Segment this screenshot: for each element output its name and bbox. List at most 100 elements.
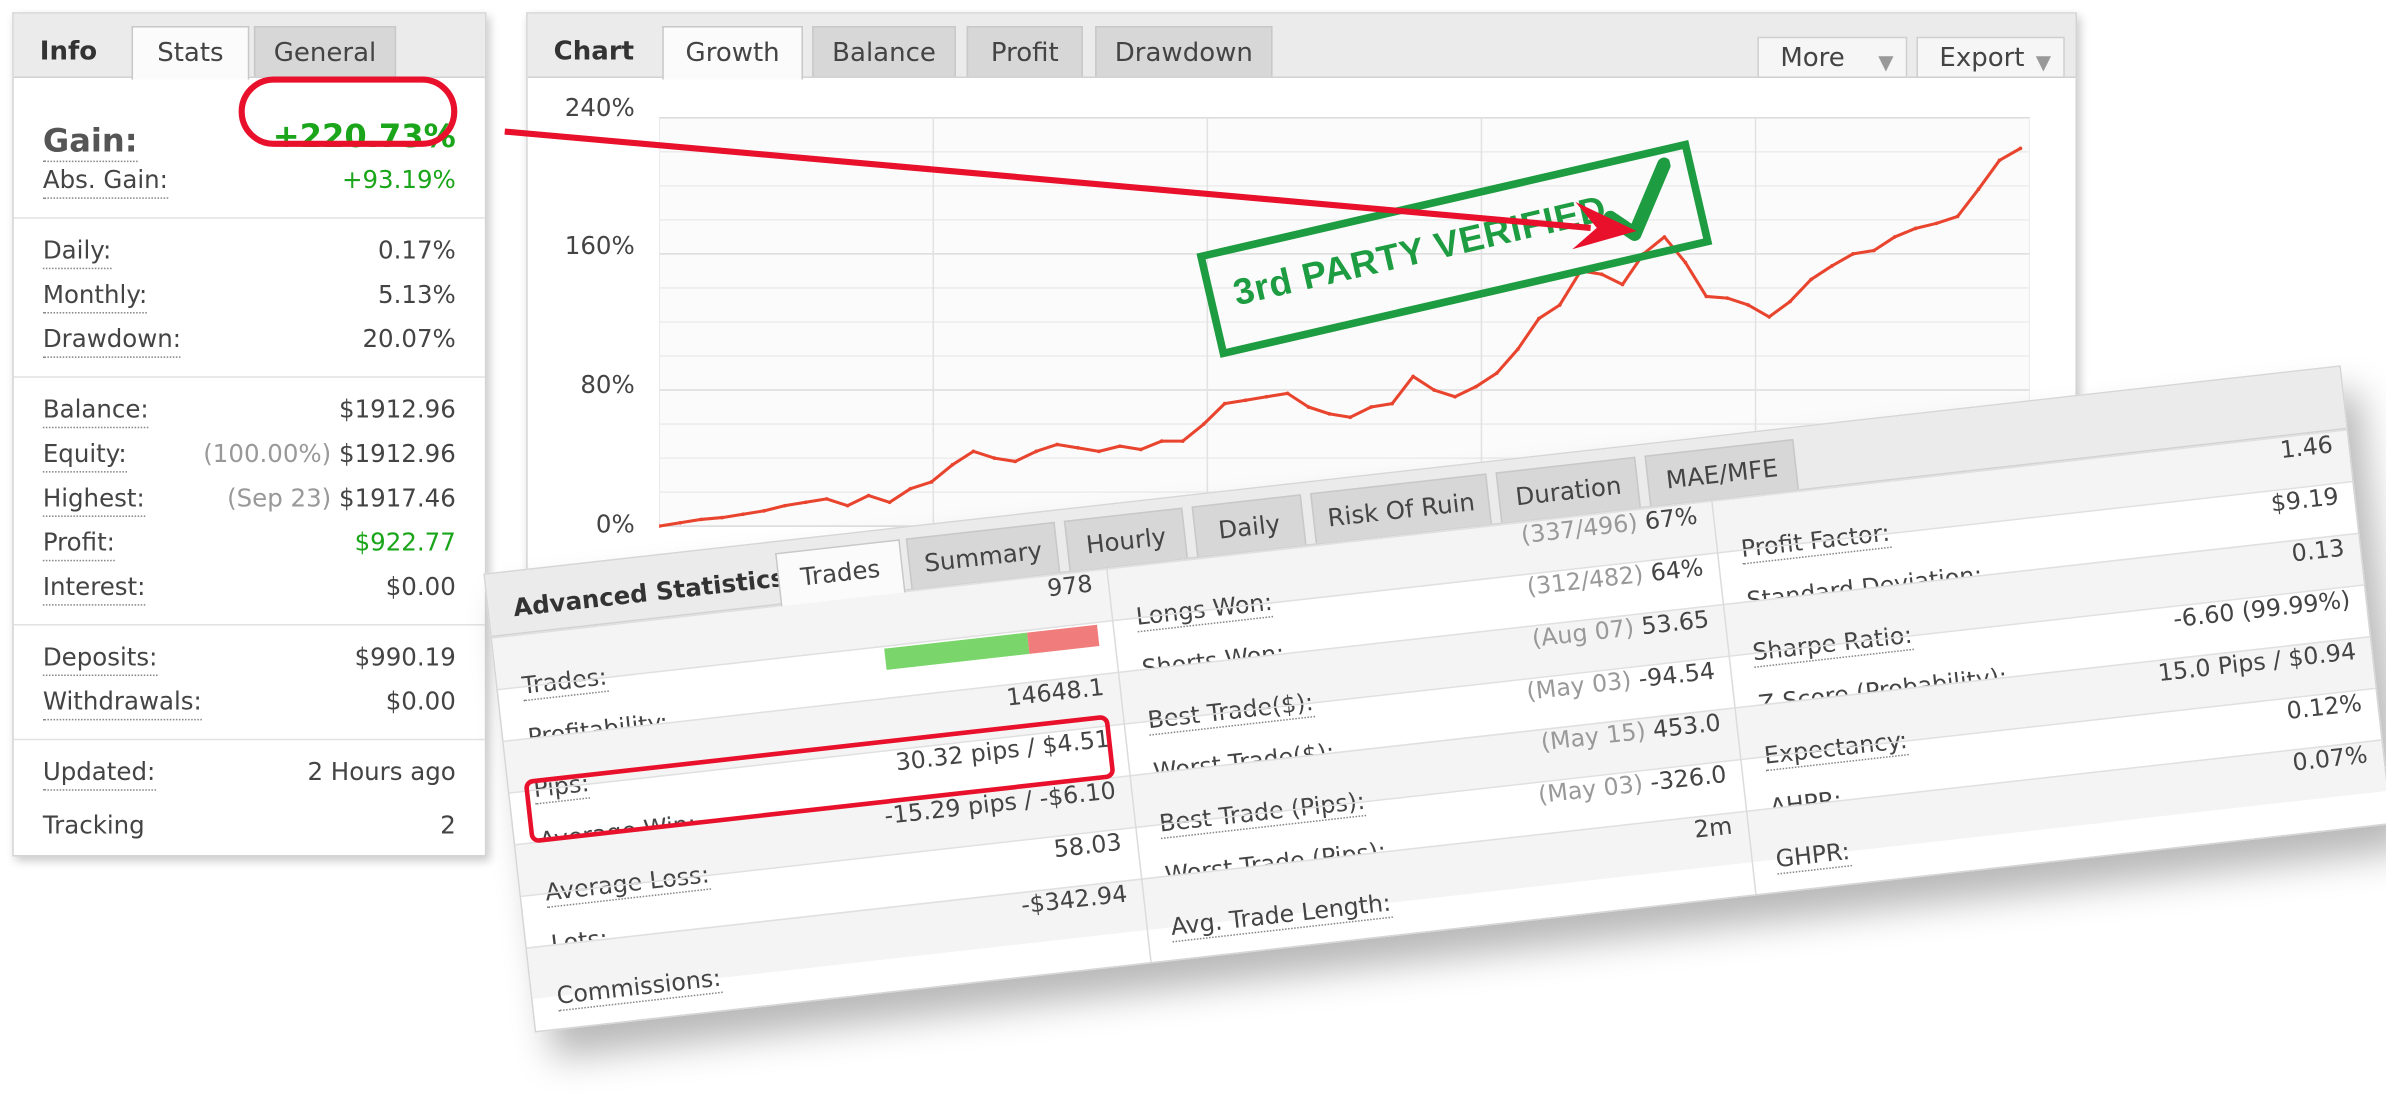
growth-point [1683, 260, 1688, 265]
tab-general[interactable]: General [253, 26, 397, 77]
growth-point [1788, 299, 1792, 304]
growth-point [908, 486, 913, 491]
growth-point [1118, 444, 1122, 448]
stat-value: $0.00 [385, 686, 456, 716]
growth-point [1725, 296, 1730, 300]
stat-value: 2 [440, 810, 456, 840]
info-stats-body: Gain: +220.73% Abs. Gain: +93.19% Daily: 0.… [13, 78, 485, 855]
stat-label: Updated: [42, 756, 156, 791]
stat-row: Deposits: $990.19 [42, 641, 456, 681]
tab-balance[interactable]: Balance [812, 26, 956, 77]
stat-row: Equity: (100.00%) $1912.96 [42, 437, 456, 477]
chart-tabbar: Chart Growth Balance Profit Drawdown Mor… [527, 13, 2076, 80]
stat-value: +93.19% [341, 165, 456, 195]
tab-growth[interactable]: Growth [662, 26, 803, 80]
growth-point [1076, 445, 1080, 450]
stat-number: $1917.46 [339, 483, 456, 513]
tab-info: Info [39, 36, 98, 68]
growth-point [678, 520, 682, 525]
stat-row: Tracking 2 [43, 809, 456, 849]
tab-drawdown[interactable]: Drawdown [1095, 26, 1273, 77]
growth-point [762, 509, 766, 513]
growth-point [824, 497, 829, 501]
growth-point [1892, 235, 1897, 239]
stat-row: Monthly: 5.13% [42, 278, 456, 318]
stat-label: Profit: [42, 526, 115, 562]
stat-value: (Sep 23) $1917.46 [227, 482, 456, 516]
advanced-stat-value: 2m [1692, 812, 1734, 844]
growth-point [1411, 374, 1415, 379]
growth-point [1830, 263, 1834, 268]
stat-value: 5.13% [378, 279, 456, 309]
tab-chart: Chart [553, 36, 635, 68]
info-tabbar: Info Stats General [13, 13, 485, 80]
growth-point [783, 503, 787, 508]
stat-label: Abs. Gain: [42, 164, 168, 199]
growth-point [1390, 401, 1394, 406]
stat-row: Balance: $1912.96 [42, 393, 456, 433]
more-dropdown[interactable]: More ▼ [1757, 36, 1908, 79]
stat-value: $0.00 [385, 572, 456, 602]
more-label: More [1780, 42, 1845, 74]
growth-point [803, 500, 808, 505]
section-divider [13, 738, 485, 741]
growth-point [1034, 449, 1039, 454]
tab-stats[interactable]: Stats [131, 26, 250, 80]
growth-point [1013, 459, 1018, 464]
growth-point [741, 512, 745, 517]
stat-row: Profit: $922.77 [42, 526, 456, 566]
growth-point [1976, 187, 1981, 192]
growth-point [1599, 272, 1604, 277]
growth-point [971, 449, 976, 454]
advanced-stat-number: 67% [1643, 502, 1699, 536]
advanced-stat-label: Commissions: [555, 964, 723, 1012]
chevron-down-icon: ▼ [1878, 52, 1894, 75]
export-label: Export [1939, 42, 2025, 74]
stat-value: 2 Hours ago [307, 757, 456, 787]
growth-point [1495, 371, 1499, 375]
stat-label: Highest: [42, 482, 145, 517]
stat-label: Equity: [42, 437, 127, 473]
growth-point [1097, 449, 1101, 454]
stat-row: Interest: $0.00 [42, 570, 456, 610]
growth-point [1159, 439, 1164, 443]
stat-row: Drawdown: 20.07% [42, 323, 456, 363]
advanced-stat-value: 978 [1045, 570, 1094, 603]
growth-point [845, 503, 850, 508]
tab-profit[interactable]: Profit [966, 26, 1083, 77]
growth-point [1516, 347, 1520, 352]
stat-value: $922.77 [354, 527, 456, 557]
stat-row: Abs. Gain: +93.19% [42, 164, 456, 204]
export-dropdown[interactable]: Export ▼ [1916, 36, 2065, 79]
stat-label: Drawdown: [42, 323, 182, 358]
growth-point [1536, 316, 1541, 321]
advanced-stat-label: GHPR: [1774, 837, 1852, 875]
growth-point [1955, 214, 1960, 219]
section-divider [13, 217, 485, 219]
stat-label: Monthly: [42, 278, 148, 314]
growth-point [699, 517, 703, 522]
profitability-loss-segment [1026, 624, 1100, 654]
growth-point [1704, 294, 1709, 299]
stat-value: 0.17% [378, 235, 456, 265]
chevron-down-icon: ▼ [2035, 52, 2052, 75]
growth-point [1872, 248, 1876, 253]
growth-point [950, 462, 955, 467]
growth-point [1746, 303, 1751, 307]
growth-point [992, 456, 997, 460]
growth-point [1557, 303, 1562, 307]
gain-highlight-circle [238, 76, 458, 147]
growth-point [1767, 315, 1771, 319]
growth-point [1306, 405, 1311, 409]
growth-point [1243, 398, 1248, 403]
growth-point [1913, 226, 1918, 231]
growth-point [1055, 442, 1060, 447]
stat-label: Tracking [42, 810, 145, 840]
growth-point [1264, 394, 1269, 399]
advanced-stat-value: 1.46 [2278, 430, 2335, 465]
growth-point [720, 515, 724, 520]
section-divider [13, 376, 485, 378]
stat-row: Withdrawals: $0.00 [42, 685, 456, 725]
growth-point [866, 493, 871, 498]
section-divider [13, 624, 485, 626]
